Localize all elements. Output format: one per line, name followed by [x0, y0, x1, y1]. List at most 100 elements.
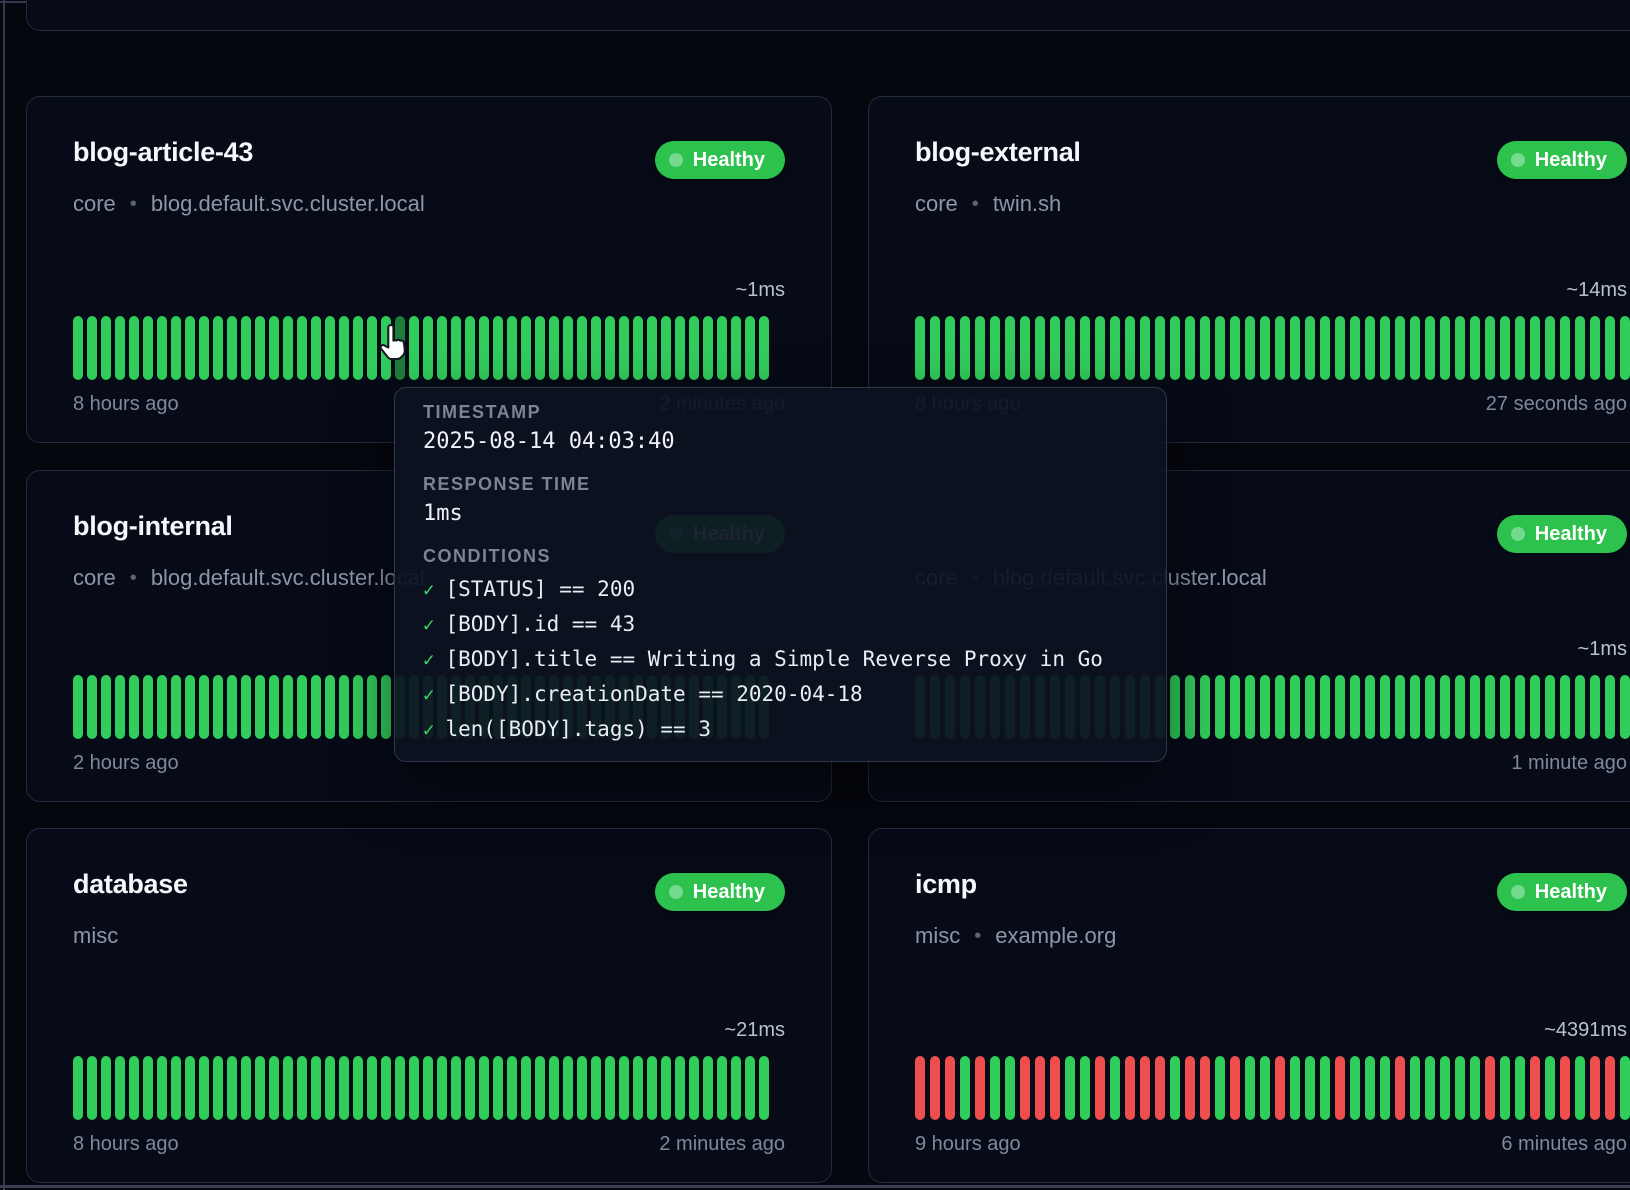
uptime-bar[interactable]: [915, 316, 925, 380]
uptime-bar[interactable]: [171, 675, 181, 739]
uptime-bar[interactable]: [297, 675, 307, 739]
uptime-bar[interactable]: [960, 316, 970, 380]
uptime-bar[interactable]: [143, 316, 153, 380]
uptime-bar[interactable]: [255, 1056, 265, 1120]
uptime-bar[interactable]: [1410, 1056, 1420, 1120]
uptime-bar[interactable]: [1245, 316, 1255, 380]
uptime-bar[interactable]: [1500, 1056, 1510, 1120]
uptime-bar[interactable]: [1110, 1056, 1120, 1120]
uptime-bar[interactable]: [353, 675, 363, 739]
uptime-bar[interactable]: [311, 316, 321, 380]
uptime-bar[interactable]: [930, 316, 940, 380]
uptime-bar[interactable]: [1605, 1056, 1615, 1120]
uptime-bar[interactable]: [381, 1056, 391, 1120]
uptime-bar[interactable]: [143, 1056, 153, 1120]
uptime-bar[interactable]: [661, 316, 671, 380]
uptime-bar[interactable]: [241, 316, 251, 380]
uptime-bar[interactable]: [675, 316, 685, 380]
uptime-bar[interactable]: [759, 1056, 769, 1120]
uptime-bar[interactable]: [465, 1056, 475, 1120]
uptime-bar[interactable]: [87, 675, 97, 739]
uptime-bar[interactable]: [507, 316, 517, 380]
partial-card-above[interactable]: [26, 0, 1630, 31]
uptime-bar[interactable]: [1560, 1056, 1570, 1120]
uptime-bar[interactable]: [1245, 1056, 1255, 1120]
uptime-bar[interactable]: [1080, 1056, 1090, 1120]
uptime-bar[interactable]: [269, 1056, 279, 1120]
uptime-bar[interactable]: [549, 1056, 559, 1120]
uptime-bar[interactable]: [1545, 1056, 1555, 1120]
uptime-bar[interactable]: [381, 675, 391, 739]
uptime-bar[interactable]: [915, 1056, 925, 1120]
uptime-bar[interactable]: [1320, 316, 1330, 380]
uptime-bar[interactable]: [297, 316, 307, 380]
uptime-bar[interactable]: [255, 316, 265, 380]
uptime-bar[interactable]: [1620, 316, 1630, 380]
uptime-bar[interactable]: [1455, 1056, 1465, 1120]
uptime-bar[interactable]: [353, 1056, 363, 1120]
uptime-bar[interactable]: [1605, 675, 1615, 739]
uptime-bar[interactable]: [689, 1056, 699, 1120]
uptime-bar[interactable]: [73, 675, 83, 739]
uptime-bar[interactable]: [591, 316, 601, 380]
uptime-bar[interactable]: [1500, 316, 1510, 380]
uptime-bar[interactable]: [465, 316, 475, 380]
uptime-bar[interactable]: [1605, 316, 1615, 380]
uptime-bar[interactable]: [1260, 675, 1270, 739]
uptime-bar[interactable]: [1545, 316, 1555, 380]
uptime-bar[interactable]: [311, 1056, 321, 1120]
uptime-bar[interactable]: [227, 675, 237, 739]
uptime-bar[interactable]: [1305, 675, 1315, 739]
uptime-bar[interactable]: [1200, 1056, 1210, 1120]
uptime-bars[interactable]: [915, 1056, 1627, 1120]
uptime-bar[interactable]: [311, 675, 321, 739]
uptime-bar[interactable]: [339, 675, 349, 739]
uptime-bar[interactable]: [1515, 1056, 1525, 1120]
uptime-bar[interactable]: [1380, 1056, 1390, 1120]
uptime-bar[interactable]: [1260, 316, 1270, 380]
uptime-bar[interactable]: [521, 1056, 531, 1120]
uptime-bar[interactable]: [563, 316, 573, 380]
uptime-bar[interactable]: [185, 675, 195, 739]
uptime-bar[interactable]: [1575, 316, 1585, 380]
uptime-bar[interactable]: [437, 1056, 447, 1120]
uptime-bar[interactable]: [1455, 316, 1465, 380]
uptime-bar[interactable]: [1560, 675, 1570, 739]
uptime-bar[interactable]: [199, 1056, 209, 1120]
uptime-bar[interactable]: [115, 1056, 125, 1120]
uptime-bar[interactable]: [661, 1056, 671, 1120]
uptime-bar[interactable]: [675, 1056, 685, 1120]
uptime-bar[interactable]: [241, 1056, 251, 1120]
uptime-bar[interactable]: [325, 675, 335, 739]
uptime-bar[interactable]: [325, 316, 335, 380]
uptime-bar[interactable]: [409, 1056, 419, 1120]
uptime-bar[interactable]: [1230, 1056, 1240, 1120]
uptime-bar[interactable]: [1380, 316, 1390, 380]
uptime-bar[interactable]: [101, 1056, 111, 1120]
uptime-bar[interactable]: [1410, 675, 1420, 739]
uptime-bar[interactable]: [339, 316, 349, 380]
uptime-bar[interactable]: [493, 316, 503, 380]
uptime-bar[interactable]: [647, 316, 657, 380]
uptime-bar[interactable]: [1350, 316, 1360, 380]
uptime-bar[interactable]: [1530, 316, 1540, 380]
service-card-database[interactable]: database misc • Healthy ~21ms 8 hours ag…: [26, 828, 832, 1183]
uptime-bar[interactable]: [703, 316, 713, 380]
uptime-bar[interactable]: [1485, 1056, 1495, 1120]
uptime-bar[interactable]: [1035, 316, 1045, 380]
uptime-bar[interactable]: [101, 316, 111, 380]
uptime-bar[interactable]: [1155, 1056, 1165, 1120]
uptime-bar[interactable]: [1080, 316, 1090, 380]
uptime-bar[interactable]: [367, 675, 377, 739]
uptime-bar[interactable]: [619, 1056, 629, 1120]
uptime-bar[interactable]: [1215, 316, 1225, 380]
uptime-bar[interactable]: [1185, 1056, 1195, 1120]
uptime-bar[interactable]: [1095, 316, 1105, 380]
uptime-bar[interactable]: [1170, 675, 1180, 739]
uptime-bar[interactable]: [1365, 1056, 1375, 1120]
uptime-bar[interactable]: [1560, 316, 1570, 380]
uptime-bar[interactable]: [1065, 316, 1075, 380]
uptime-bar[interactable]: [1200, 316, 1210, 380]
uptime-bar[interactable]: [1335, 316, 1345, 380]
uptime-bar[interactable]: [1545, 675, 1555, 739]
